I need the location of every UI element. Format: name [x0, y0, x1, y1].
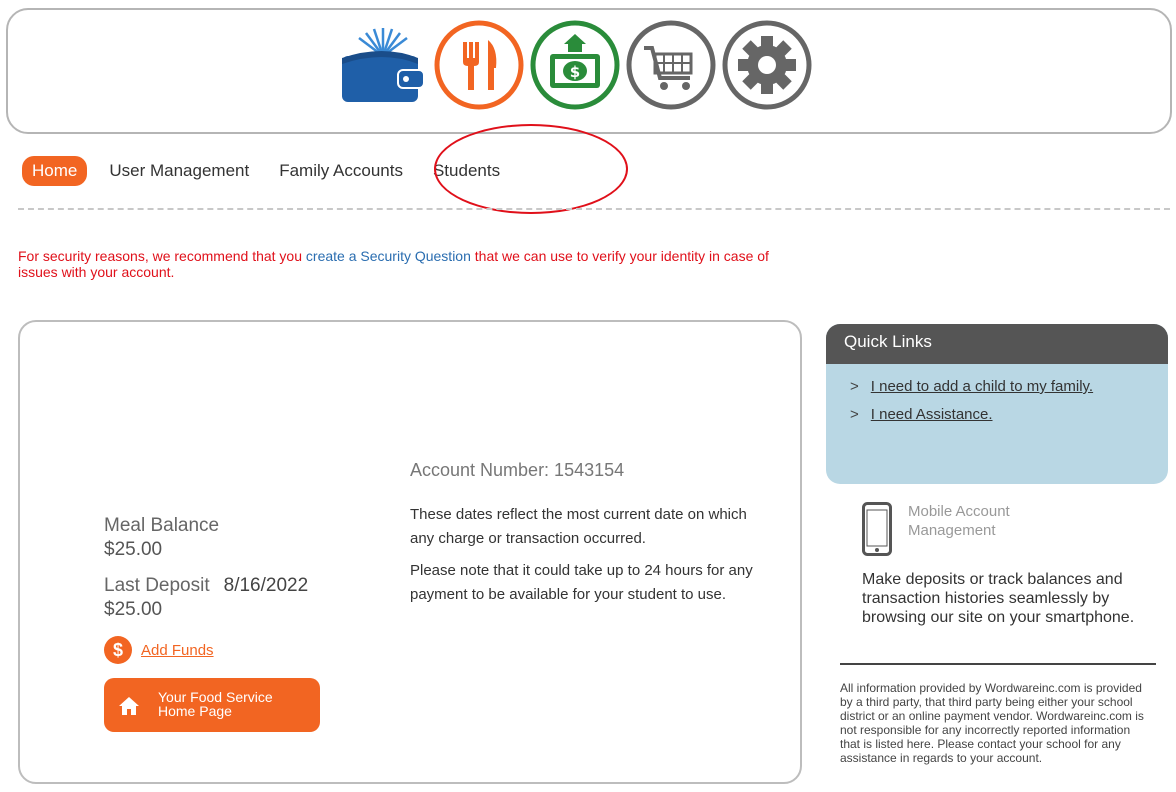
chevron-right-icon: >: [850, 406, 859, 423]
add-funds-link[interactable]: Add Funds: [141, 642, 214, 659]
shopping-cart-icon[interactable]: [624, 18, 718, 112]
wallet-book-icon[interactable]: [336, 18, 430, 112]
nav-home[interactable]: Home: [22, 156, 88, 186]
last-deposit-amount: $25.00: [104, 599, 163, 620]
security-notice: For security reasons, we recommend that …: [18, 248, 798, 280]
food-service-line2: Home Page: [158, 703, 232, 719]
dates-note: These dates reflect the most current dat…: [410, 506, 747, 547]
quick-link-item: > I need to add a child to my family.: [850, 378, 1168, 395]
last-deposit-date: 8/16/2022: [223, 575, 309, 596]
money-bill-icon[interactable]: $: [528, 18, 622, 112]
nav-family-accounts[interactable]: Family Accounts: [279, 161, 403, 181]
add-child-link[interactable]: I need to add a child to my family.: [871, 378, 1093, 395]
food-service-line1: Your Food Service: [158, 689, 273, 705]
svg-text:$: $: [570, 63, 580, 81]
add-funds-row: $ Add Funds: [104, 636, 384, 664]
balance-section: Meal Balance $25.00 Last Deposit 8/16/202…: [104, 514, 384, 732]
dollar-icon[interactable]: $: [104, 636, 132, 664]
payment-delay-note: Please note that it could take up to 24 …: [410, 562, 753, 603]
main-nav: Home User Management Family Accounts Stu…: [22, 156, 530, 186]
sidebar-divider: [840, 663, 1156, 665]
quick-link-item: > I need Assistance.: [850, 406, 1168, 423]
mobile-section-header: Mobile Account Management: [862, 502, 1038, 556]
quick-links-panel: Quick Links > I need to add a child to my…: [826, 324, 1168, 484]
chevron-right-icon: >: [850, 378, 859, 395]
account-info-section: Account Number: 1543154 These dates refl…: [410, 460, 760, 615]
meal-balance-value: $25.00: [104, 539, 163, 560]
gear-icon[interactable]: [720, 18, 814, 112]
nav-user-management[interactable]: User Management: [109, 161, 249, 181]
last-deposit-label: Last Deposit: [104, 575, 210, 596]
create-security-question-link[interactable]: create a Security Question: [306, 248, 471, 264]
last-deposit-row: Last Deposit 8/16/2022: [104, 574, 384, 598]
app-icon-bar: $: [336, 18, 814, 112]
quick-links-list: > I need to add a child to my family. > I …: [826, 378, 1168, 423]
mobile-description: Make deposits or track balances and tran…: [862, 571, 1135, 626]
smartphone-icon: [862, 502, 892, 556]
food-service-button-label: Your Food Service Home Page: [158, 690, 273, 718]
assistance-link[interactable]: I need Assistance.: [871, 406, 993, 423]
nav-students[interactable]: Students: [433, 161, 500, 181]
notice-text-before: For security reasons, we recommend that …: [18, 248, 306, 264]
nav-divider: [18, 208, 1170, 210]
meal-balance-label: Meal Balance: [104, 515, 220, 536]
quick-links-title: Quick Links: [826, 324, 1168, 364]
account-number: Account Number: 1543154: [410, 460, 625, 480]
mobile-title: Mobile Account Management: [908, 503, 1010, 539]
account-card: Meal Balance $25.00 Last Deposit 8/16/202…: [18, 320, 802, 784]
fork-knife-icon[interactable]: [432, 18, 526, 112]
disclaimer-text: All information provided by Wordwareinc.…: [840, 681, 1144, 765]
home-icon: [119, 697, 139, 715]
food-service-home-button[interactable]: Your Food Service Home Page: [104, 678, 320, 732]
